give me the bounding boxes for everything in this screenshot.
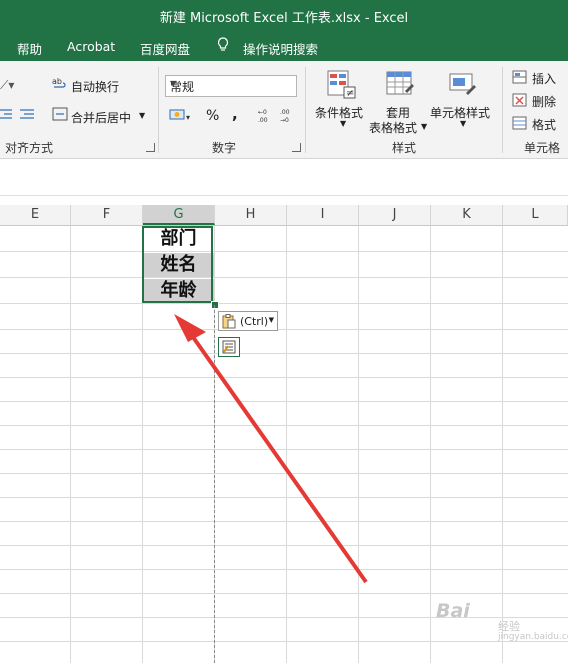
watermark-url: jingyan.baidu.com [498, 632, 568, 642]
watermark-logo: Bai [436, 600, 470, 622]
red-arrow-annotation [174, 314, 368, 584]
